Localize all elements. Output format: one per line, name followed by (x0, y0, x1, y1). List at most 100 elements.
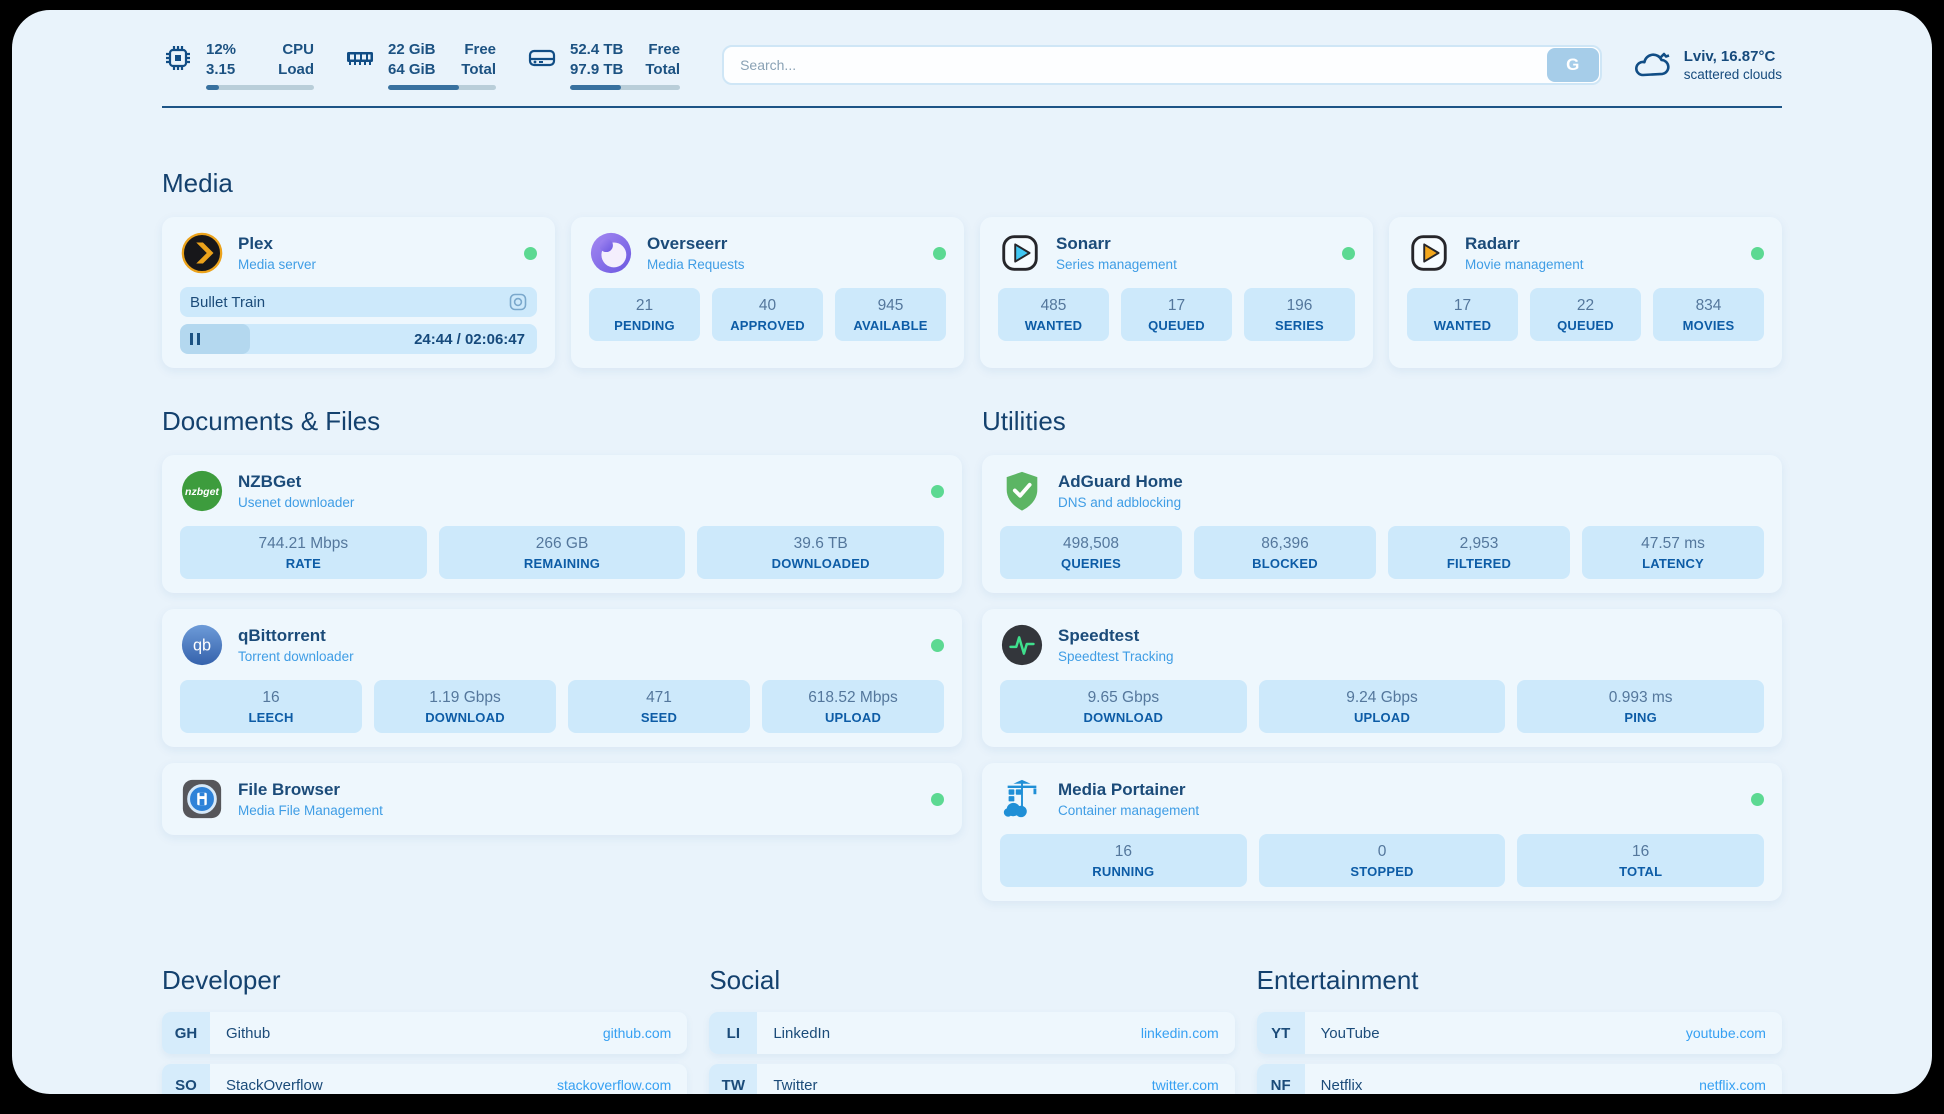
link-twitter[interactable]: TW Twitter twitter.com (709, 1064, 1234, 1094)
section-entertainment: Entertainment YT YouTube youtube.com NF … (1257, 965, 1782, 1094)
link-url: youtube.com (1686, 1025, 1766, 1041)
search-input[interactable] (722, 45, 1602, 85)
stat-value: 39.6 TB (703, 535, 938, 553)
memory-stat: 22 GiB 64 GiB Free Total (344, 40, 496, 90)
pause-icon[interactable] (190, 333, 200, 345)
nzbget-icon: nzbget (180, 469, 224, 513)
stat-label: FILTERED (1394, 556, 1564, 571)
stat-tile: 86,396 BLOCKED (1194, 526, 1376, 579)
status-dot (1751, 793, 1764, 806)
link-abbr-badge: YT (1257, 1012, 1305, 1054)
link-linkedin[interactable]: LI LinkedIn linkedin.com (709, 1012, 1234, 1054)
card-radarr[interactable]: Radarr Movie management 17 WANTED 22 QUE… (1389, 217, 1782, 368)
stat-label: BLOCKED (1200, 556, 1370, 571)
card-speedtest[interactable]: Speedtest Speedtest Tracking 9.65 Gbps D… (982, 609, 1782, 747)
stat-label: QUEUED (1536, 318, 1635, 333)
cpu-progress-track (206, 85, 314, 90)
link-abbr-badge: SO (162, 1064, 210, 1094)
card-overseerr[interactable]: Overseerr Media Requests 21 PENDING 40 A… (571, 217, 964, 368)
stat-value: 9.65 Gbps (1006, 689, 1241, 707)
ram-progress-fill (388, 85, 459, 90)
portainer-icon (1000, 777, 1044, 821)
card-title: File Browser (238, 780, 383, 800)
stat-tile: 0 STOPPED (1259, 834, 1506, 887)
stat-value: 2,953 (1394, 535, 1564, 553)
stat-label: DOWNLOAD (380, 710, 550, 725)
card-sonarr[interactable]: Sonarr Series management 485 WANTED 17 Q… (980, 217, 1373, 368)
card-subtitle: Series management (1056, 257, 1177, 272)
link-name: StackOverflow (226, 1077, 323, 1094)
stat-tile: 40 APPROVED (712, 288, 823, 341)
stat-label: APPROVED (718, 318, 817, 333)
stat-tile: 39.6 TB DOWNLOADED (697, 526, 944, 579)
stat-tile: 16 RUNNING (1000, 834, 1247, 887)
section-title-developer: Developer (162, 965, 687, 996)
ram-progress-track (388, 85, 496, 90)
section-documents: Documents & Files nzbget NZBGet Usenet d… (162, 406, 962, 835)
card-nzbget[interactable]: nzbget NZBGet Usenet downloader 744.21 M… (162, 455, 962, 593)
link-name: YouTube (1321, 1025, 1380, 1042)
playback-progress-fill (180, 324, 250, 354)
stat-value: 9.24 Gbps (1265, 689, 1500, 707)
card-plex[interactable]: Plex Media server Bullet Train (162, 217, 555, 368)
status-dot (931, 639, 944, 652)
stat-label: QUEUED (1127, 318, 1226, 333)
stat-label: PENDING (595, 318, 694, 333)
playback-progress-bar[interactable]: 24:44 / 02:06:47 (180, 324, 537, 354)
stat-value: 266 GB (445, 535, 680, 553)
stat-label: UPLOAD (768, 710, 938, 725)
stat-label: MOVIES (1659, 318, 1758, 333)
stat-label: STOPPED (1265, 864, 1500, 879)
disk-total-label: Total (645, 60, 680, 80)
link-stackoverflow[interactable]: SO StackOverflow stackoverflow.com (162, 1064, 687, 1094)
speedtest-icon (1000, 623, 1044, 667)
stat-value: 86,396 (1200, 535, 1370, 553)
card-qbittorrent[interactable]: qb qBittorrent Torrent downloader 16 LEE… (162, 609, 962, 747)
stat-tile: 498,508 QUERIES (1000, 526, 1182, 579)
stat-value: 945 (841, 297, 940, 315)
link-url: stackoverflow.com (557, 1077, 671, 1093)
link-name: Github (226, 1025, 270, 1042)
link-url: twitter.com (1152, 1077, 1219, 1093)
stat-value: 744.21 Mbps (186, 535, 421, 553)
stat-tile: 2,953 FILTERED (1388, 526, 1570, 579)
header-divider (162, 106, 1782, 108)
link-netflix[interactable]: NF Netflix netflix.com (1257, 1064, 1782, 1094)
card-title: AdGuard Home (1058, 472, 1183, 492)
card-subtitle: Usenet downloader (238, 495, 354, 510)
link-abbr-badge: TW (709, 1064, 757, 1094)
link-name: Twitter (773, 1077, 817, 1094)
stat-label: DOWNLOADED (703, 556, 938, 571)
stat-label: RUNNING (1006, 864, 1241, 879)
link-url: linkedin.com (1141, 1025, 1219, 1041)
status-dot (1342, 247, 1355, 260)
search-bar: G (722, 45, 1602, 85)
link-youtube[interactable]: YT YouTube youtube.com (1257, 1012, 1782, 1054)
stat-tile: 471 SEED (568, 680, 750, 733)
cloud-icon (1632, 48, 1672, 82)
card-title: Overseerr (647, 234, 745, 254)
card-title: Media Portainer (1058, 780, 1199, 800)
link-url: github.com (603, 1025, 671, 1041)
stat-value: 498,508 (1006, 535, 1176, 553)
card-title: qBittorrent (238, 626, 354, 646)
media-disc-icon[interactable] (509, 293, 527, 311)
stat-value: 22 (1536, 297, 1635, 315)
card-portainer[interactable]: Media Portainer Container management 16 … (982, 763, 1782, 901)
stat-value: 16 (1523, 843, 1758, 861)
card-adguard[interactable]: AdGuard Home DNS and adblocking 498,508 … (982, 455, 1782, 593)
link-github[interactable]: GH Github github.com (162, 1012, 687, 1054)
qbittorrent-icon: qb (180, 623, 224, 667)
section-title-entertainment: Entertainment (1257, 965, 1782, 996)
status-dot (933, 247, 946, 260)
link-name: Netflix (1321, 1077, 1363, 1094)
link-abbr-badge: NF (1257, 1064, 1305, 1094)
filebrowser-icon (180, 777, 224, 821)
card-subtitle: Media Requests (647, 257, 745, 272)
link-abbr-badge: LI (709, 1012, 757, 1054)
disk-stat: 52.4 TB 97.9 TB Free Total (526, 40, 680, 90)
card-filebrowser[interactable]: File Browser Media File Management (162, 763, 962, 835)
stat-tile: 744.21 Mbps RATE (180, 526, 427, 579)
search-provider-button[interactable]: G (1547, 48, 1599, 82)
stat-label: SEED (574, 710, 744, 725)
